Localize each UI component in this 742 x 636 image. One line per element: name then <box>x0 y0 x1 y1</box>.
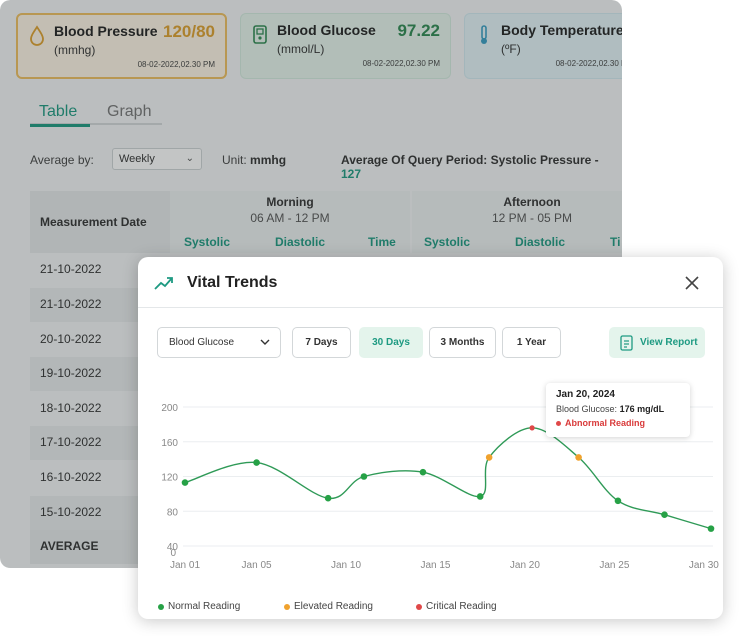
data-point <box>707 525 715 532</box>
data-point <box>614 497 622 505</box>
data-point <box>575 454 582 461</box>
x-tick-label: Jan 30 <box>689 560 719 571</box>
legend-item: Critical Reading <box>416 601 497 612</box>
data-point <box>476 493 484 500</box>
data-point <box>360 473 368 480</box>
vital-trend-chart: 04080120160200Jan 01 Jan 05 Jan 10 Jan 15 Ja… <box>161 403 719 571</box>
legend-dot <box>284 604 290 610</box>
legend-label: Critical Reading <box>426 601 497 612</box>
data-point <box>324 494 332 502</box>
tooltip-date: Jan 20, 2024 <box>556 389 615 400</box>
data-point <box>253 459 260 466</box>
x-tick-label: Jan 05 <box>242 560 272 571</box>
y-tick-label: 120 <box>161 473 178 484</box>
tooltip-status: Abnormal Reading <box>556 418 680 428</box>
legend-label: Elevated Reading <box>294 601 373 612</box>
data-point <box>419 468 427 476</box>
x-tick-label: Jan 25 <box>599 560 629 571</box>
x-tick-label: Jan 20 <box>510 560 540 571</box>
y-tick-label: 40 <box>167 542 179 553</box>
legend-item: Elevated Reading <box>284 601 373 612</box>
chart-tooltip: Jan 20, 2024 Blood Glucose: 176 mg/dL Ab… <box>546 383 690 437</box>
legend-label: Normal Reading <box>168 601 241 612</box>
legend-dot <box>158 604 164 610</box>
data-point <box>485 454 493 461</box>
vital-trends-modal: Vital Trends Blood Glucose 7 Days 30 Day… <box>138 257 723 619</box>
x-tick-label: Jan 01 <box>170 560 200 571</box>
legend-item: Normal Reading <box>158 601 240 612</box>
x-tick-label: Jan 10 <box>331 560 361 571</box>
app-stage: Blood Pressure (mmhg) 120/80 08-02-2022,… <box>0 0 742 636</box>
series-line <box>184 427 712 530</box>
y-tick-label: 80 <box>167 507 179 518</box>
tooltip-value: Blood Glucose: 176 mg/dL <box>556 404 665 414</box>
legend-dot <box>416 604 422 610</box>
y-tick-label: 200 <box>161 403 178 414</box>
data-point <box>661 511 668 519</box>
x-tick-label: Jan 15 <box>420 560 450 571</box>
y-tick-label: 160 <box>161 438 178 449</box>
data-point <box>181 479 189 486</box>
data-point <box>529 425 535 431</box>
